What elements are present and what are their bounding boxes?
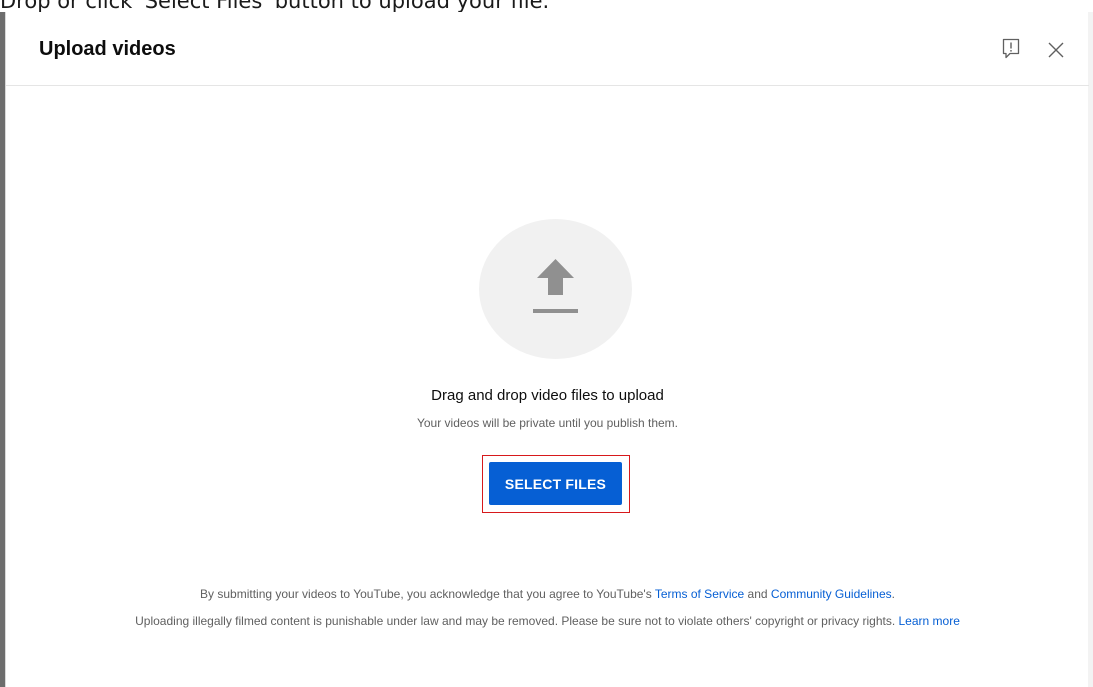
- community-guidelines-link[interactable]: Community Guidelines: [771, 587, 892, 601]
- footer-and-text: and: [744, 587, 771, 601]
- dialog-title: Upload videos: [39, 38, 176, 60]
- page: Drop or click 'Select Files' button to u…: [0, 0, 1093, 687]
- footer-terms-suffix: .: [891, 587, 895, 601]
- terms-of-service-link[interactable]: Terms of Service: [655, 587, 744, 601]
- dropzone-main-text: Drag and drop video files to upload: [431, 387, 664, 404]
- close-icon[interactable]: [1046, 40, 1066, 60]
- dialog-header: Upload videos: [6, 12, 1089, 86]
- select-files-button[interactable]: SELECT FILES: [489, 462, 622, 505]
- upload-arrow-icon: [529, 257, 582, 317]
- footer-terms-line: By submitting your videos to YouTube, yo…: [6, 587, 1089, 601]
- instruction-caption: Drop or click 'Select Files' button to u…: [0, 0, 550, 12]
- footer-copyright-text: Uploading illegally filmed content is pu…: [135, 614, 899, 628]
- footer-copyright-line: Uploading illegally filmed content is pu…: [6, 614, 1089, 628]
- select-files-highlight: SELECT FILES: [482, 455, 630, 513]
- feedback-icon[interactable]: [1001, 38, 1021, 60]
- upload-dropzone-circle[interactable]: [479, 219, 632, 359]
- upload-dialog: Upload videos Drag and drop video files …: [5, 12, 1089, 687]
- learn-more-link[interactable]: Learn more: [899, 614, 960, 628]
- dropzone-sub-text: Your videos will be private until you pu…: [416, 416, 679, 430]
- right-edge: [1088, 12, 1093, 687]
- footer-terms-prefix: By submitting your videos to YouTube, yo…: [200, 587, 655, 601]
